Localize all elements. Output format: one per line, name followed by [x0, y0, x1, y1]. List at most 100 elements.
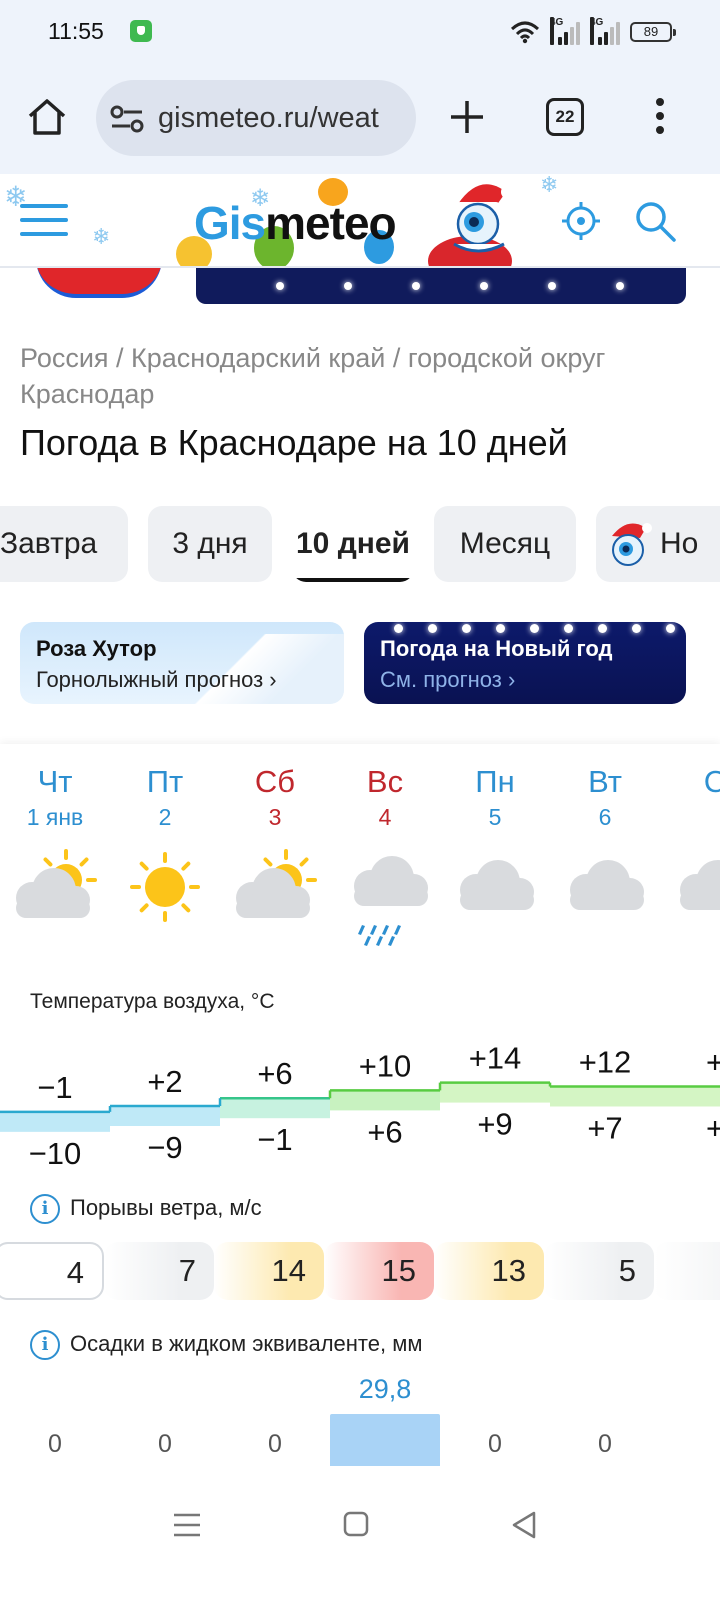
temperature-band [440, 1082, 550, 1103]
temperature-max: +6 [257, 1056, 292, 1091]
locate-icon[interactable] [562, 202, 600, 240]
cloudy-icon [680, 860, 720, 910]
address-bar[interactable]: gismeteo.ru/weat [96, 80, 416, 156]
day-of-week: С [703, 764, 720, 799]
tab-3-days[interactable]: 3 дня [148, 506, 272, 582]
day-date: 6 [598, 804, 612, 830]
site-settings-icon[interactable] [110, 104, 144, 134]
day-of-week: Вс [366, 764, 404, 799]
search-icon[interactable] [634, 200, 676, 242]
day-of-week: Сб [254, 764, 296, 799]
page-title: Погода в Краснодаре на 10 дней [20, 422, 568, 463]
temperature-max: +12 [579, 1045, 632, 1080]
banner-title: Погода на Новый год [380, 636, 613, 661]
temperature-max: −1 [37, 1070, 72, 1105]
precipitation-row: 0 0 0 29,8 0 0 [0, 1374, 720, 1466]
promo-lights-banner[interactable] [196, 268, 686, 304]
day-of-week: Вт [588, 764, 622, 799]
site-menu-button[interactable] [20, 204, 68, 240]
cell-signal-1-icon: 4G [550, 17, 580, 45]
banner-subtitle: Горнолыжный прогноз › [36, 667, 277, 692]
browser-chrome: 11:55 4G 4G 89 gismeteo.ru/weat 22 [0, 0, 720, 176]
temperature-band [110, 1106, 220, 1126]
site-header: ❄ ❄ ❄ ❄ Gismeteo [0, 174, 720, 268]
home-button[interactable] [26, 96, 68, 138]
temperature-label: Температура воздуха, °C [30, 990, 275, 1013]
precip-value: 0 [48, 1430, 62, 1458]
precip-bar [330, 1414, 440, 1466]
partly-cloudy-icon [236, 849, 317, 918]
temperature-band [660, 1086, 720, 1107]
temperature-max: + [706, 1045, 720, 1080]
day-column[interactable]: Пт 2 [110, 764, 220, 831]
back-button[interactable] [510, 1510, 538, 1540]
wind-gusts-row: 4 7 14 15 13 5 [0, 1242, 720, 1302]
wind-label: i Порывы ветра, м/с [30, 1194, 262, 1224]
wind-gust-cell: 5 [544, 1242, 654, 1300]
precip-value: 0 [268, 1430, 282, 1458]
temperature-band [330, 1090, 440, 1111]
tab-month[interactable]: Месяц [434, 506, 576, 582]
partly-cloudy-icon [16, 849, 97, 918]
period-tabs: Завтра 3 дня 10 дней Месяц Но [0, 506, 720, 584]
sunny-icon [130, 852, 200, 922]
day-column[interactable]: Чт 1 янв [0, 764, 110, 831]
banner-title: Роза Хутор [36, 636, 157, 661]
day-date: 2 [158, 804, 172, 830]
temperature-max: +10 [359, 1048, 412, 1083]
home-nav-button[interactable] [342, 1510, 370, 1538]
temperature-band [550, 1086, 660, 1107]
wind-gust-cell: 15 [324, 1242, 434, 1300]
precip-value: 29,8 [358, 1374, 412, 1404]
tab-10-days[interactable]: 10 дней [292, 506, 414, 582]
wind-gust-cell [654, 1242, 720, 1300]
precip-value: 0 [598, 1430, 612, 1458]
temperature-min: + [706, 1111, 720, 1146]
tab-switcher-button[interactable]: 22 [546, 98, 584, 136]
status-bar: 11:55 4G 4G 89 [0, 0, 720, 66]
tab-tomorrow[interactable]: Завтра [0, 506, 128, 582]
recent-apps-button[interactable] [172, 1512, 202, 1538]
promo-decoration [36, 268, 162, 298]
info-icon[interactable]: i [30, 1330, 60, 1360]
temperature-chart: −1 −10 +2 −9 +6 −1 +10 +6 +14 +9 +12 +7 + + [0, 1041, 720, 1171]
temperature-band [0, 1111, 110, 1132]
site-logo[interactable]: Gismeteo [194, 196, 397, 250]
day-date: 4 [378, 804, 392, 830]
wind-gust-cell: 7 [104, 1242, 214, 1300]
day-column[interactable]: Пн 5 [440, 764, 550, 831]
temperature-min: −9 [147, 1130, 182, 1165]
system-icons: 4G 4G 89 [510, 17, 676, 46]
mascot-icon [453, 184, 515, 253]
promo-strip[interactable] [0, 268, 720, 308]
url-text[interactable]: gismeteo.ru/weat [158, 102, 379, 135]
new-year-banner[interactable]: Погода на Новый год См. прогноз › [364, 622, 686, 704]
rain-icon [354, 856, 428, 946]
temperature-min: +9 [477, 1107, 512, 1142]
wind-gust-cell: 14 [214, 1242, 324, 1300]
wind-gust-cell: 4 [0, 1242, 104, 1300]
vpn-shield-icon [130, 20, 152, 42]
battery-indicator: 89 [630, 22, 676, 42]
day-column[interactable]: Сб 3 [220, 764, 330, 831]
system-nav-bar [0, 1466, 720, 1600]
day-column[interactable]: С [660, 764, 720, 804]
cloudy-icon [460, 860, 534, 910]
browser-menu-button[interactable] [654, 98, 666, 138]
cloudy-icon [570, 860, 644, 910]
snowflake-icon: ❄ [92, 224, 111, 249]
day-column[interactable]: Вс 4 [330, 764, 440, 831]
wifi-icon [510, 21, 540, 44]
new-tab-button[interactable] [448, 98, 486, 136]
info-icon[interactable]: i [30, 1194, 60, 1224]
day-column[interactable]: Вт 6 [550, 764, 660, 831]
browser-toolbar: gismeteo.ru/weat 22 [0, 76, 720, 160]
day-date: 5 [488, 804, 502, 830]
precip-value: 0 [488, 1430, 502, 1458]
day-date: 3 [268, 804, 282, 830]
temperature-min: +6 [367, 1114, 402, 1149]
mascot-icon [612, 523, 652, 566]
breadcrumb[interactable]: Россия / Краснодарский край / городской … [20, 340, 700, 412]
tab-new-year[interactable]: Но [596, 506, 720, 582]
roza-khutor-banner[interactable]: Роза Хутор Горнолыжный прогноз › [20, 622, 344, 704]
